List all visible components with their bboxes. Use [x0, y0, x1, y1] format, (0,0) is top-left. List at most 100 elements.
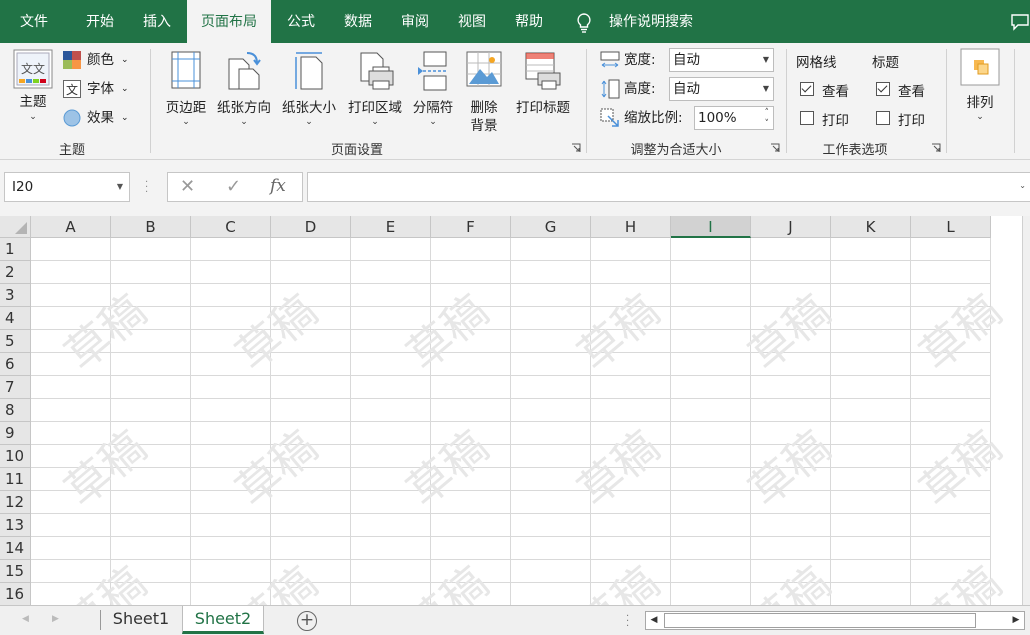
column-header-i[interactable]: I — [671, 216, 751, 238]
tab-home[interactable]: 开始 — [70, 0, 130, 43]
print-titles-button[interactable]: 打印标题 — [510, 51, 576, 131]
tab-formulas[interactable]: 公式 — [272, 0, 330, 43]
prev-sheet-icon[interactable]: ◀ — [22, 614, 29, 624]
column-header-e[interactable]: E — [351, 216, 431, 238]
drag-handle-icon[interactable]: · · · — [145, 178, 149, 198]
spin-down-icon[interactable]: ˅ — [765, 113, 770, 135]
sheet-tab-sheet2[interactable]: Sheet2 — [182, 606, 264, 634]
row-header-13[interactable]: 13 — [0, 514, 31, 537]
comments-icon[interactable] — [1010, 13, 1030, 31]
scale-to-fit-launcher-icon[interactable] — [770, 143, 780, 153]
background-image-icon — [466, 51, 502, 87]
row-header-15[interactable]: 15 — [0, 560, 31, 583]
column-header-a[interactable]: A — [31, 216, 111, 238]
row-header-1[interactable]: 1 — [0, 238, 31, 261]
enter-icon[interactable]: ✓ — [226, 176, 241, 197]
width-dropdown[interactable]: 自动 ▼ — [669, 48, 774, 72]
sheet-tab-sheet1[interactable]: Sheet1 — [101, 606, 181, 634]
tab-view[interactable]: 视图 — [444, 0, 500, 43]
scroll-left-icon[interactable]: ◀ — [646, 612, 662, 629]
page-setup-launcher-icon[interactable] — [571, 143, 581, 153]
size-label: 纸张大小 — [282, 100, 336, 116]
arrange-icon — [960, 48, 1000, 86]
row-header-16[interactable]: 16 — [0, 583, 31, 605]
size-button[interactable]: 纸张大小 ⌄ — [278, 51, 340, 131]
column-header-d[interactable]: D — [271, 216, 351, 238]
colors-label: 颜色 — [87, 52, 114, 68]
margins-button[interactable]: 页边距 ⌄ — [160, 51, 212, 131]
tab-help[interactable]: 帮助 — [500, 0, 558, 43]
row-header-12[interactable]: 12 — [0, 491, 31, 514]
horizontal-scrollbar[interactable]: ◀ ▶ — [645, 611, 1025, 630]
headings-heading: 标题 — [872, 55, 899, 71]
tab-insert[interactable]: 插入 — [128, 0, 186, 43]
colors-button[interactable]: 颜色 ⌄ — [63, 49, 143, 71]
gridlines-print-checkbox[interactable] — [800, 111, 814, 125]
orientation-button[interactable]: 纸张方向 ⌄ — [213, 51, 275, 131]
sheet-options-group-label: 工作表选项 — [822, 143, 888, 158]
scroll-thumb[interactable] — [664, 613, 976, 628]
row-header-14[interactable]: 14 — [0, 537, 31, 560]
next-sheet-icon[interactable]: ▶ — [52, 614, 59, 624]
svg-text:文: 文 — [66, 82, 78, 97]
fonts-button[interactable]: 文 字体 ⌄ — [63, 78, 143, 100]
headings-print-checkbox[interactable] — [876, 111, 890, 125]
watermark-text: 草稿 — [227, 557, 327, 605]
chevron-down-icon: ⌄ — [121, 55, 129, 65]
group-divider — [1014, 49, 1015, 153]
effects-icon — [63, 109, 81, 127]
insert-function-icon[interactable]: fx — [270, 176, 286, 196]
sheet-options-launcher-icon[interactable] — [931, 143, 941, 153]
column-header-k[interactable]: K — [831, 216, 911, 238]
column-header-j[interactable]: J — [751, 216, 831, 238]
column-header-c[interactable]: C — [191, 216, 271, 238]
dropdown-arrow-icon[interactable]: ▼ — [117, 173, 123, 201]
gridlines-view-checkbox[interactable] — [800, 82, 814, 96]
row-header-2[interactable]: 2 — [0, 261, 31, 284]
scale-label: 缩放比例: — [624, 110, 683, 126]
row-header-5[interactable]: 5 — [0, 330, 31, 353]
expand-formula-bar-icon[interactable]: ⌄ — [1019, 181, 1026, 190]
formula-input[interactable]: ⌄ — [307, 172, 1030, 202]
row-header-4[interactable]: 4 — [0, 307, 31, 330]
cancel-icon[interactable]: ✕ — [180, 176, 195, 197]
tab-page-layout[interactable]: 页面布局 — [187, 0, 271, 44]
breaks-button[interactable]: 分隔符 ⌄ — [408, 51, 458, 131]
row-header-6[interactable]: 6 — [0, 353, 31, 376]
column-header-g[interactable]: G — [511, 216, 591, 238]
group-divider — [150, 49, 151, 153]
add-sheet-icon[interactable]: + — [297, 611, 317, 631]
height-value: 自动 — [673, 81, 700, 97]
column-header-b[interactable]: B — [111, 216, 191, 238]
scroll-right-icon[interactable]: ▶ — [1008, 612, 1024, 629]
tab-review[interactable]: 审阅 — [387, 0, 443, 43]
drag-handle-icon[interactable]: · · · — [626, 612, 630, 632]
group-divider — [946, 49, 947, 153]
column-header-l[interactable]: L — [911, 216, 991, 238]
scale-icon — [600, 108, 619, 127]
scale-value: 100% — [698, 110, 737, 126]
column-header-f[interactable]: F — [431, 216, 511, 238]
row-header-9[interactable]: 9 — [0, 422, 31, 445]
themes-button[interactable]: 文文 主题 ⌄ — [8, 49, 58, 129]
tab-data[interactable]: 数据 — [330, 0, 386, 43]
effects-button[interactable]: 效果 ⌄ — [63, 107, 143, 129]
select-all-button[interactable] — [0, 216, 31, 238]
name-box[interactable]: I20 ▼ — [4, 172, 130, 202]
vertical-scrollbar[interactable] — [1022, 216, 1030, 605]
watermark-text: 草稿 — [227, 421, 327, 517]
print-area-button[interactable]: 打印区域 ⌄ — [343, 51, 407, 131]
column-header-h[interactable]: H — [591, 216, 671, 238]
arrange-button[interactable]: 排列 ⌄ — [956, 48, 1004, 128]
delete-background-button[interactable]: 删除 背景 — [460, 51, 508, 135]
tab-file[interactable]: 文件 — [0, 0, 68, 43]
height-dropdown[interactable]: 自动 ▼ — [669, 77, 774, 101]
row-header-10[interactable]: 10 — [0, 445, 31, 468]
scale-spinner[interactable]: 100% ˄ ˅ — [694, 106, 774, 130]
row-header-8[interactable]: 8 — [0, 399, 31, 422]
headings-view-label: 查看 — [898, 84, 925, 100]
row-header-11[interactable]: 11 — [0, 468, 31, 491]
headings-view-checkbox[interactable] — [876, 82, 890, 96]
row-header-7[interactable]: 7 — [0, 376, 31, 399]
row-header-3[interactable]: 3 — [0, 284, 31, 307]
